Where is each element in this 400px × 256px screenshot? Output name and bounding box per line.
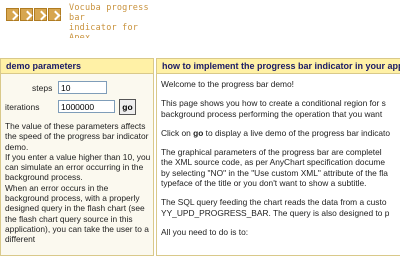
steps-input[interactable] — [58, 81, 107, 94]
sql-paragraph: The SQL query feeding the chart reads th… — [161, 197, 390, 218]
instructions-heading: how to implement the progress bar indica… — [157, 59, 400, 74]
app-title-line1: Vocuba progress bar — [69, 3, 149, 23]
logo-block-icon — [6, 8, 19, 21]
app-title: Vocuba progress bar indicator for Apex — [69, 3, 159, 43]
iterations-label: iterations — [5, 102, 40, 112]
app-header: Vocuba progress bar indicator for Apex — [0, 0, 400, 43]
steps-label: steps — [32, 83, 53, 93]
desc-paragraph: If you enter a value higher than 10, you… — [5, 151, 151, 183]
desc-paragraph: The value of these parameters affects th… — [5, 121, 149, 152]
demo-parameters-heading: demo parameters — [1, 59, 153, 74]
welcome-text: Welcome to the progress bar demo! — [161, 79, 294, 89]
desc-paragraph: When an error occurs in the background p… — [5, 182, 149, 245]
graphics-paragraph: The graphical parameters of the progress… — [161, 147, 388, 189]
intro-paragraph: This page shows you how to create a cond… — [161, 98, 386, 119]
logo-icon — [6, 8, 61, 21]
iterations-input[interactable] — [58, 100, 115, 113]
instructions-content: Welcome to the progress bar demo! This p… — [161, 79, 400, 246]
demo-description: The value of these parameters affects th… — [5, 121, 153, 245]
go-button[interactable]: go — [119, 99, 136, 115]
logo-block-icon — [34, 8, 47, 21]
go-keyword: go — [193, 127, 204, 138]
todo-paragraph: All you need to do is to: — [161, 226, 249, 237]
click-go-paragraph: Click on go to display a live demo of th… — [161, 127, 391, 138]
demo-parameters-panel: demo parameters steps iterations go The … — [0, 58, 154, 256]
logo-block-icon — [20, 8, 33, 21]
instructions-panel: how to implement the progress bar indica… — [156, 58, 400, 256]
header-spacer — [0, 38, 400, 58]
logo-block-icon — [48, 8, 61, 21]
